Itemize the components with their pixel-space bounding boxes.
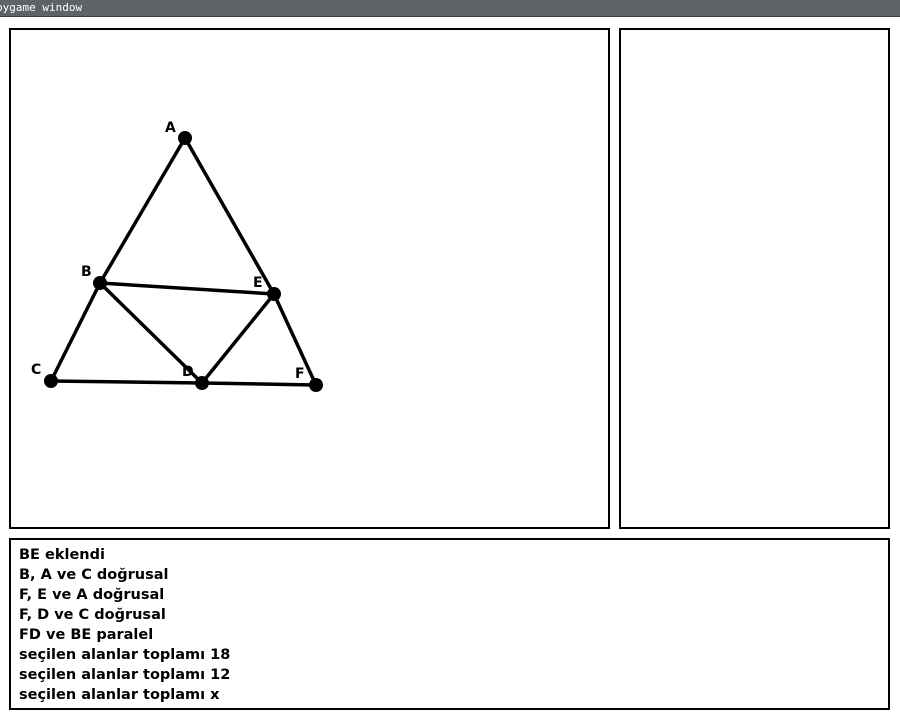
message-log: BE eklendi B, A ve C doğrusal F, E ve A do…: [9, 538, 890, 710]
log-line: seçilen alanlar toplamı x: [19, 687, 220, 703]
log-line: B, A ve C doğrusal: [19, 567, 169, 583]
segment-DE[interactable]: [200, 292, 276, 385]
point-label-C: C: [31, 362, 41, 378]
segment-DF[interactable]: [200, 381, 318, 387]
log-line: seçilen alanlar toplamı 12: [19, 667, 231, 683]
log-line: FD ve BE paralel: [19, 627, 154, 643]
point-B[interactable]: [93, 276, 107, 290]
point-D[interactable]: [195, 376, 209, 390]
segment-AB[interactable]: [98, 136, 187, 285]
segment-AE[interactable]: [183, 136, 276, 296]
log-list: BE eklendi B, A ve C doğrusal F, E ve A do…: [19, 545, 230, 705]
point-A[interactable]: [178, 131, 192, 145]
window-titlebar[interactable]: pygame window: [0, 0, 900, 17]
point-E[interactable]: [267, 287, 281, 301]
window-title: pygame window: [0, 1, 83, 14]
point-label-F: F: [295, 366, 305, 382]
point-label-A: A: [165, 120, 176, 136]
point-label-D: D: [182, 364, 194, 380]
point-C[interactable]: [44, 374, 58, 388]
log-line: seçilen alanlar toplamı 18: [19, 647, 231, 663]
segment-BC[interactable]: [49, 281, 102, 383]
drawing-canvas[interactable]: A B C D E F: [9, 28, 610, 529]
log-line: BE eklendi: [19, 547, 105, 563]
point-F[interactable]: [309, 378, 323, 392]
log-line: F, D ve C doğrusal: [19, 607, 166, 623]
geometry-figure[interactable]: A B C D E F: [11, 30, 608, 527]
segment-BE[interactable]: [98, 281, 276, 296]
point-label-B: B: [81, 264, 92, 280]
log-line: F, E ve A doğrusal: [19, 587, 165, 603]
segment-CD[interactable]: [49, 379, 204, 385]
point-label-E: E: [253, 275, 263, 291]
side-panel[interactable]: [619, 28, 890, 529]
